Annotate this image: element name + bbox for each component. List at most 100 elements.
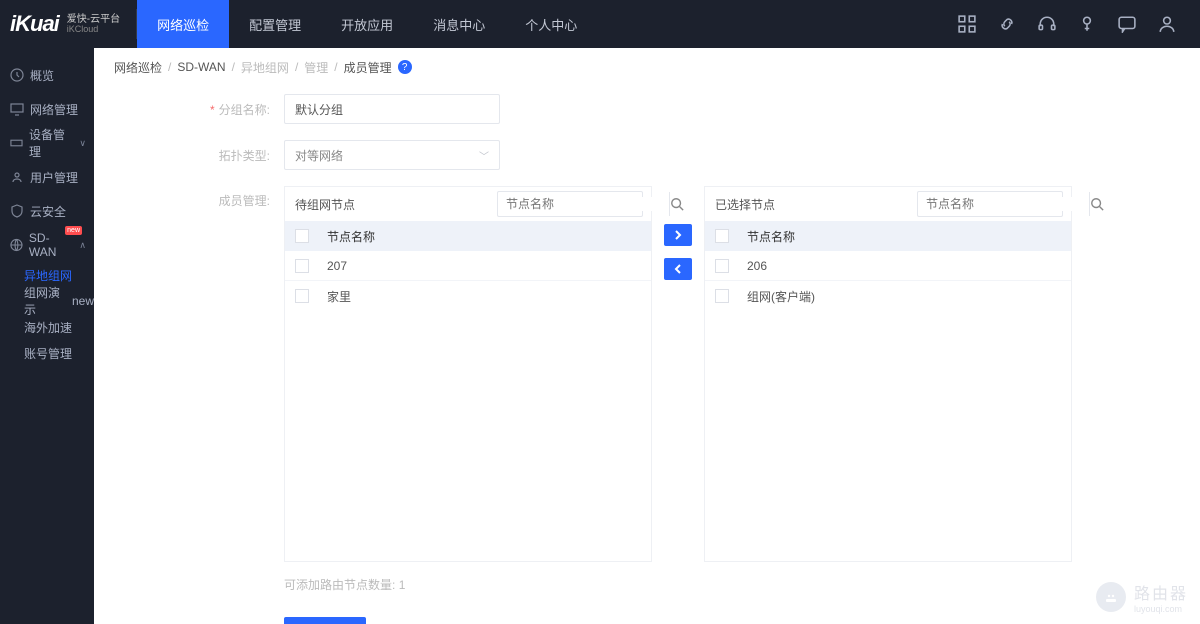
chevron-down-icon: ∨ xyxy=(79,138,86,149)
logo-text: iKuai xyxy=(10,11,59,37)
overview-icon xyxy=(10,68,24,82)
help-icon[interactable]: ? xyxy=(398,60,412,74)
input-group-name[interactable] xyxy=(284,94,500,124)
sb-sub-label: 账号管理 xyxy=(24,345,72,362)
sb-label: 概览 xyxy=(30,67,54,84)
table-row[interactable]: 家里 xyxy=(285,281,651,311)
headset-icon[interactable] xyxy=(1038,15,1056,33)
chat-icon[interactable] xyxy=(1118,15,1136,33)
hint-line: 可添加路由节点数量: 1 xyxy=(284,576,1140,593)
breadcrumb: 网络巡检 / SD-WAN / 异地组网 / 管理 / 成员管理 ? xyxy=(94,48,1200,86)
row-cell: 206 xyxy=(747,259,767,273)
col-header-selected: 节点名称 xyxy=(747,228,795,245)
move-left-button[interactable] xyxy=(664,258,692,280)
table-row[interactable]: 207 xyxy=(285,251,651,281)
sb-sub-label: 海外加速 xyxy=(24,319,72,336)
checkbox-select-all-pending[interactable] xyxy=(295,229,309,243)
crumb-e: 成员管理 xyxy=(344,59,392,76)
top-icons xyxy=(958,15,1200,33)
crumb-d[interactable]: 管理 xyxy=(304,59,328,76)
sidebar: 概览 网络管理 设备管理 ∨ 用户管理 云安全 SD-WAN new ∧ 异地组… xyxy=(0,48,94,624)
user-icon[interactable] xyxy=(1158,15,1176,33)
sidebar-sub-demo[interactable]: 组网演示 new xyxy=(24,288,94,314)
crumb-c[interactable]: 异地组网 xyxy=(241,59,289,76)
topnav-network-inspection[interactable]: 网络巡检 xyxy=(137,0,229,48)
panel-selected-title: 已选择节点 xyxy=(705,196,775,213)
sidebar-sub-overseas[interactable]: 海外加速 xyxy=(24,314,94,340)
hint-label: 可添加路由节点数量: xyxy=(284,578,395,592)
topnav-personal[interactable]: 个人中心 xyxy=(505,0,597,48)
globe-icon xyxy=(10,238,23,252)
checkbox-row[interactable] xyxy=(715,259,729,273)
sidebar-item-overview[interactable]: 概览 xyxy=(0,58,94,92)
sidebar-item-security[interactable]: 云安全 xyxy=(0,194,94,228)
row-cell: 组网(客户端) xyxy=(747,288,815,305)
checkbox-select-all-selected[interactable] xyxy=(715,229,729,243)
new-tag: new xyxy=(72,294,94,308)
crumb-sep: / xyxy=(168,60,171,74)
main-content: 网络巡检 / SD-WAN / 异地组网 / 管理 / 成员管理 ? *分组名称… xyxy=(94,48,1200,624)
search-selected xyxy=(917,191,1063,217)
sidebar-item-network[interactable]: 网络管理 xyxy=(0,92,94,126)
crumb-sep: / xyxy=(334,60,337,74)
panel-pending-body: 207 家里 xyxy=(285,251,651,561)
crumb-sep: / xyxy=(295,60,298,74)
crumb-b[interactable]: SD-WAN xyxy=(177,60,225,74)
sb-label: 云安全 xyxy=(30,203,66,220)
sb-sub-label: 组网演示 xyxy=(24,284,72,318)
topnav-open-app[interactable]: 开放应用 xyxy=(321,0,413,48)
watermark-text-en: luyouqi.com xyxy=(1134,604,1188,614)
select-topology-value: 对等网络 xyxy=(295,147,343,164)
label-group-name: *分组名称: xyxy=(154,101,284,118)
link-icon[interactable] xyxy=(998,15,1016,33)
checkbox-row[interactable] xyxy=(295,289,309,303)
search-selected-input[interactable] xyxy=(918,197,1089,211)
watermark-text-cn: 路由器 xyxy=(1134,580,1188,604)
sb-label: 网络管理 xyxy=(30,101,78,118)
checkbox-row[interactable] xyxy=(715,289,729,303)
users-icon xyxy=(10,170,24,184)
sidebar-sub-account[interactable]: 账号管理 xyxy=(24,340,94,366)
device-icon xyxy=(10,136,23,150)
crumb-a[interactable]: 网络巡检 xyxy=(114,59,162,76)
label-topology: 拓扑类型: xyxy=(154,147,284,164)
chevron-up-icon: ∧ xyxy=(79,240,86,251)
submit-button[interactable]: 确定 xyxy=(284,617,366,624)
table-row[interactable]: 组网(客户端) xyxy=(705,281,1071,311)
search-selected-button[interactable] xyxy=(1089,192,1104,216)
panel-pending-title: 待组网节点 xyxy=(285,196,355,213)
apps-icon[interactable] xyxy=(958,15,976,33)
chevron-down-icon: ﹀ xyxy=(479,148,489,163)
transfer-buttons xyxy=(652,186,704,280)
move-right-button[interactable] xyxy=(664,224,692,246)
crumb-sep: / xyxy=(232,60,235,74)
watermark-icon xyxy=(1096,582,1126,612)
col-header-pending: 节点名称 xyxy=(327,228,375,245)
sb-sub-label: 异地组网 xyxy=(24,267,72,284)
search-pending-input[interactable] xyxy=(498,197,669,211)
sidebar-item-user[interactable]: 用户管理 xyxy=(0,160,94,194)
sb-label: 设备管理 xyxy=(29,126,73,160)
top-header: iKuai 爱快-云平台 iKCloud 网络巡检 配置管理 开放应用 消息中心… xyxy=(0,0,1200,48)
select-topology[interactable]: 对等网络 ﹀ xyxy=(284,140,500,170)
key-icon[interactable] xyxy=(1078,15,1096,33)
topnav-config[interactable]: 配置管理 xyxy=(229,0,321,48)
label-member-mgmt: 成员管理: xyxy=(154,186,284,209)
sb-label: SD-WAN xyxy=(29,231,73,259)
panel-selected-nodes: 已选择节点 节点名称 xyxy=(704,186,1072,562)
monitor-icon xyxy=(10,102,24,116)
table-row[interactable]: 206 xyxy=(705,251,1071,281)
sidebar-item-device[interactable]: 设备管理 ∨ xyxy=(0,126,94,160)
logo-sub-en: iKCloud xyxy=(67,25,120,35)
checkbox-row[interactable] xyxy=(295,259,309,273)
panel-pending-header-row: 节点名称 xyxy=(285,221,651,251)
topnav-message[interactable]: 消息中心 xyxy=(413,0,505,48)
logo-sub-cn: 爱快-云平台 xyxy=(67,14,120,25)
logo-block: iKuai 爱快-云平台 iKCloud xyxy=(0,9,137,39)
row-cell: 家里 xyxy=(327,288,351,305)
search-pending xyxy=(497,191,643,217)
sidebar-item-sdwan[interactable]: SD-WAN new ∧ xyxy=(0,228,94,262)
watermark: 路由器 luyouqi.com xyxy=(1096,580,1188,614)
panel-pending-nodes: 待组网节点 节点名称 xyxy=(284,186,652,562)
top-nav: 网络巡检 配置管理 开放应用 消息中心 个人中心 xyxy=(137,0,597,48)
